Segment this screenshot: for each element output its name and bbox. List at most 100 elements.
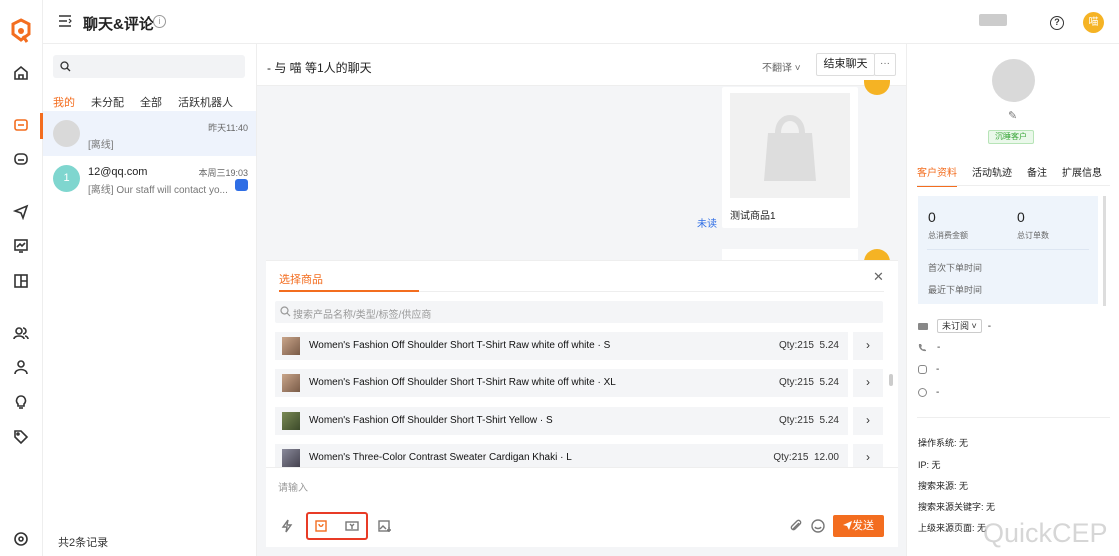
messenger-icon (918, 388, 927, 397)
email-channel-icon (235, 179, 248, 191)
instagram-icon (918, 365, 927, 374)
referrer-info: 上级来源页面: 无 (918, 523, 987, 533)
search-icon (60, 61, 71, 72)
info-scrollbar[interactable] (1103, 196, 1106, 306)
product-name: Women's Fashion Off Shoulder Short T-Shi… (309, 340, 611, 351)
product-thumbnail (282, 337, 300, 355)
product-thumbnail (282, 374, 300, 392)
conversation-time: 本周三19:03 (198, 168, 248, 178)
conversation-name: 12@qq.com (88, 166, 148, 178)
product-qty-price: Qty:215 5.24 (778, 340, 839, 351)
product-row[interactable]: Women's Fashion Off Shoulder Short T-Shi… (275, 407, 848, 435)
chat-header: - 与 喵 等1人的聊天 不翻译 ˅ 结束聊天 ··· (257, 44, 906, 86)
app: 聊天&评论 i ? 喵 我的 未分配 全部 活跃机器人 昨天11:40 [离线]… (0, 0, 1119, 556)
tab-customer-profile[interactable]: 客户资料 (917, 164, 957, 187)
send-product-arrow[interactable]: › (853, 332, 883, 360)
info-icon[interactable]: i (153, 15, 166, 28)
panel-scrollbar[interactable] (889, 374, 893, 386)
filter-unassigned[interactable]: 未分配 (91, 94, 124, 110)
coupon-icon[interactable] (345, 519, 359, 533)
send-button[interactable]: 发送 (833, 515, 884, 537)
phone-row: - (918, 342, 940, 353)
settings-icon[interactable] (12, 530, 30, 548)
tab-notes[interactable]: 备注 (1027, 164, 1047, 179)
customer-avatar (992, 59, 1035, 102)
send-product-arrow[interactable]: › (853, 407, 883, 435)
tab-activity[interactable]: 活动轨迹 (972, 164, 1012, 179)
record-count: 共2条记录 (58, 537, 109, 549)
product-image (730, 93, 850, 198)
filter-active-bot[interactable]: 活跃机器人 (178, 94, 233, 110)
account-name-redacted (979, 14, 1007, 26)
product-qty-price: Qty:215 5.24 (778, 377, 839, 388)
product-qty-price: Qty:215 5.24 (778, 415, 839, 426)
os-info: 操作系统: 无 (918, 438, 969, 448)
send-product-arrow[interactable]: › (853, 369, 883, 397)
send-icon (843, 521, 852, 530)
stats-divider (927, 249, 1089, 250)
home-icon[interactable] (12, 64, 30, 82)
attachment-icon[interactable] (789, 519, 803, 533)
customer-tag: 沉睡客户 (988, 130, 1034, 144)
filter-all[interactable]: 全部 (140, 94, 162, 110)
conversation-item[interactable]: 昨天11:40 [离线] (43, 111, 256, 156)
info-tabs: 客户资料 活动轨迹 备注 扩展信息 (917, 164, 1117, 187)
conversation-preview: [离线] Our staff will contact yo... (88, 185, 228, 196)
product-name: Women's Fashion Off Shoulder Short T-Shi… (309, 415, 553, 426)
conversation-item[interactable]: 1 12@qq.com 本周三19:03 [离线] Our staff will… (43, 156, 256, 201)
panel-title: 选择商品 (279, 274, 323, 286)
menu-icon[interactable] (59, 15, 72, 30)
tag-icon[interactable] (12, 428, 30, 446)
product-name: Women's Three-Color Contrast Sweater Car… (309, 452, 572, 463)
search-icon (280, 306, 291, 317)
image-upload-icon[interactable] (378, 519, 392, 533)
send-product-arrow[interactable]: › (853, 444, 883, 468)
send-icon[interactable] (12, 203, 30, 221)
message-input[interactable]: 请输入 (278, 479, 308, 494)
avatar: 1 (53, 165, 80, 192)
total-orders-value: 0 (1017, 209, 1025, 225)
total-spent-label: 总消费金额 (928, 231, 968, 240)
edit-icon[interactable]: ✎ (1008, 109, 1017, 122)
users-icon[interactable] (12, 324, 30, 342)
quick-reply-icon[interactable] (280, 519, 294, 533)
conversation-time: 昨天11:40 (208, 123, 248, 133)
robot-icon[interactable] (12, 150, 30, 168)
product-row[interactable]: Women's Fashion Off Shoulder Short T-Shi… (275, 332, 848, 360)
translate-dropdown[interactable]: 不翻译 ˅ (762, 59, 801, 74)
subscription-dropdown[interactable]: 未订阅 ˅ (937, 319, 982, 333)
watermark: QuickCEP (983, 518, 1108, 548)
agent-avatar (864, 80, 890, 95)
first-order-label: 首次下单时间 (928, 263, 983, 273)
more-button[interactable]: ··· (874, 53, 896, 76)
messenger-value: - (936, 387, 940, 398)
product-row[interactable]: Women's Fashion Off Shoulder Short T-Shi… (275, 369, 848, 397)
layout-icon[interactable] (12, 272, 30, 290)
conversation-filters: 我的 未分配 全部 活跃机器人 (53, 94, 249, 115)
emoji-icon[interactable] (811, 519, 825, 533)
chat-area: - 与 喵 等1人的聊天 不翻译 ˅ 结束聊天 ··· 测试商品1 未读 选择商… (257, 44, 906, 556)
chat-title: - 与 喵 等1人的聊天 (267, 61, 372, 75)
close-icon[interactable]: ✕ (873, 269, 884, 285)
product-thumbnail (282, 412, 300, 430)
conversation-search-input[interactable] (53, 55, 245, 78)
product-search-input[interactable]: 搜索产品名称/类型/标签/供应商 (275, 301, 883, 323)
app-logo[interactable] (10, 18, 32, 44)
tab-extended-info[interactable]: 扩展信息 (1062, 164, 1102, 179)
end-chat-button[interactable]: 结束聊天 (816, 53, 875, 76)
chat-icon[interactable] (12, 117, 30, 135)
product-thumbnail (282, 449, 300, 467)
product-message-card[interactable]: 测试商品1 (722, 87, 858, 228)
total-orders-label: 总订单数 (1017, 231, 1049, 240)
nav-rail (0, 0, 43, 556)
help-icon[interactable]: ? (1050, 16, 1064, 30)
user-avatar[interactable]: 喵 (1083, 12, 1104, 33)
product-row[interactable]: Women's Three-Color Contrast Sweater Car… (275, 444, 848, 468)
user-icon[interactable] (12, 358, 30, 376)
bulb-icon[interactable] (12, 393, 30, 411)
phone-value: - (937, 342, 941, 353)
filter-mine[interactable]: 我的 (53, 94, 75, 115)
product-qty-price: Qty:215 12.00 (773, 452, 839, 463)
product-icon[interactable] (314, 519, 328, 533)
monitor-icon[interactable] (12, 237, 30, 255)
